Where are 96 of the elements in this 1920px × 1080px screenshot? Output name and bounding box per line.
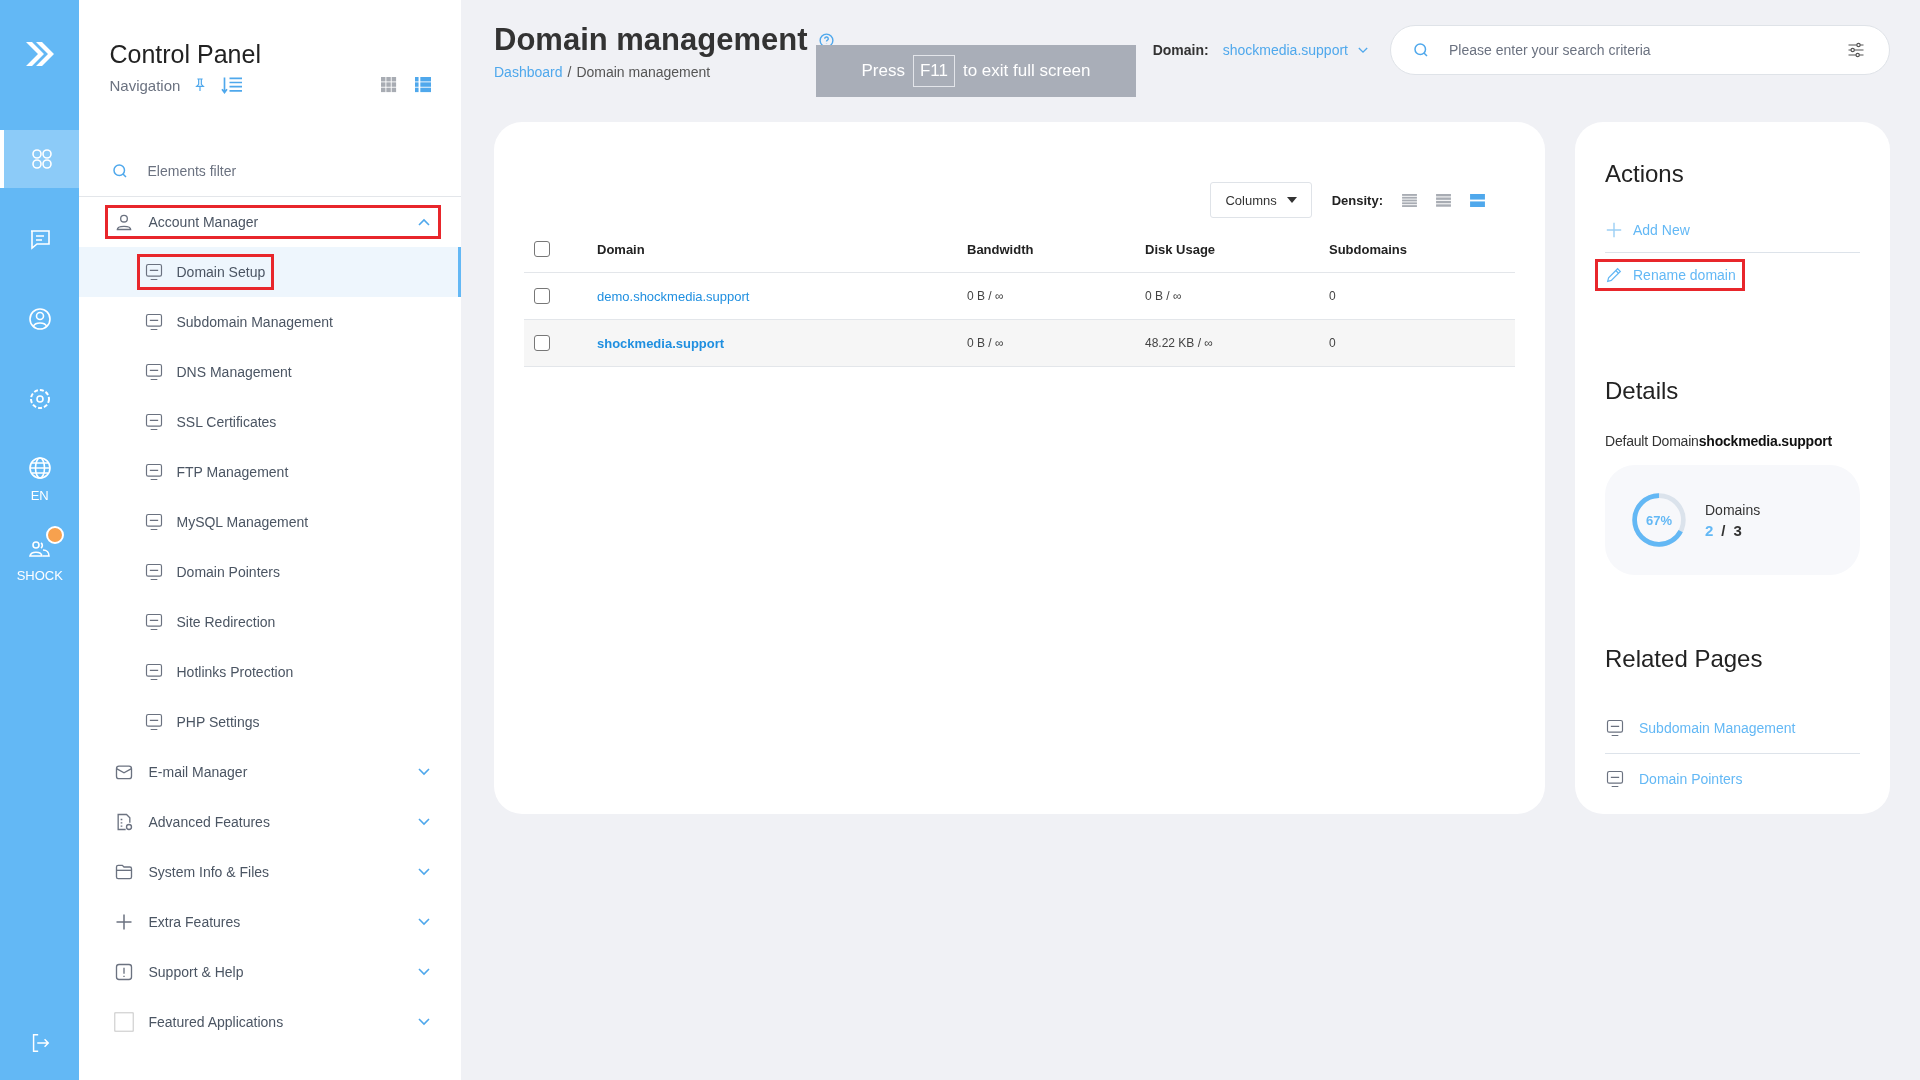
- chevron-down-icon: [418, 1018, 430, 1026]
- density-icon[interactable]: [1436, 193, 1451, 207]
- section-title: Actions: [1605, 160, 1685, 188]
- density-label: Density:: [1331, 192, 1383, 208]
- monitor-icon: [144, 262, 165, 282]
- search-field[interactable]: Please enter your search criteria: [1390, 25, 1890, 75]
- column-header[interactable]: Disk Usage: [1145, 241, 1329, 257]
- folder-icon: [114, 862, 135, 882]
- density-icon[interactable]: [1470, 193, 1485, 207]
- table-cell-text: 0: [1329, 289, 1337, 303]
- menu-group[interactable]: System Info & Files: [105, 855, 441, 889]
- menu-item[interactable]: Domain Setup: [79, 247, 461, 297]
- list-view-icon[interactable]: [415, 77, 431, 93]
- menu-item[interactable]: PHP Settings: [79, 697, 461, 747]
- table-cell-text: 0 B / ∞: [1145, 289, 1183, 303]
- row-checkbox[interactable]: [534, 288, 550, 304]
- monitor-icon: [144, 462, 165, 482]
- column-header[interactable]: Domain: [597, 241, 967, 257]
- chevron-down-icon: [1358, 46, 1368, 54]
- monitor-icon: [1605, 718, 1625, 738]
- toast-text: Press: [861, 61, 905, 81]
- menu-group[interactable]: Extra Features: [105, 905, 441, 939]
- monitor-icon: [144, 612, 165, 632]
- menu-item[interactable]: Domain Pointers: [79, 547, 461, 597]
- section-title: Details: [1605, 377, 1680, 405]
- chevron-down-icon: [418, 818, 430, 826]
- monitor-icon: [144, 512, 165, 532]
- density-icon[interactable]: [1402, 193, 1417, 207]
- search-icon: [1412, 41, 1430, 59]
- chevron-down-icon: [418, 918, 430, 926]
- toast-text: to exit full screen: [962, 61, 1091, 81]
- rail-label: SHOCK: [16, 567, 63, 583]
- sidebar-title: Control Panel: [109, 40, 262, 69]
- monitor-icon: [144, 362, 165, 382]
- menu-item[interactable]: DNS Management: [79, 347, 461, 397]
- user-icon: [27, 307, 52, 331]
- total-count: 3: [1733, 521, 1742, 539]
- alert-icon: [114, 962, 135, 982]
- table-cell-text: 0 B / ∞: [967, 336, 1005, 350]
- select-all-checkbox[interactable]: [534, 241, 550, 257]
- menu-group[interactable]: Account Manager: [105, 205, 441, 239]
- square-icon: [114, 1012, 135, 1032]
- menu-item[interactable]: FTP Management: [79, 447, 461, 497]
- envelope-icon: [114, 762, 135, 782]
- percent-label: 67%: [1645, 512, 1673, 528]
- chevron-down-icon: [418, 768, 430, 776]
- column-header[interactable]: Subdomains: [1329, 241, 1515, 257]
- table-cell-text: 0: [1329, 336, 1337, 350]
- apps-icon: [29, 147, 54, 171]
- plus-icon: [1605, 221, 1623, 239]
- breadcrumb-current: Domain management: [576, 64, 711, 80]
- usage-donut: [1629, 490, 1689, 550]
- monitor-icon: [1605, 769, 1625, 789]
- menu-group[interactable]: E-mail Manager: [105, 755, 441, 789]
- section-title: Related Pages: [1605, 645, 1764, 673]
- domain-label: Domain:: [1152, 42, 1209, 58]
- chevron-down-icon: [418, 968, 430, 976]
- globe-icon: [27, 455, 52, 480]
- used-count: 2: [1705, 521, 1714, 539]
- key-cap: F11: [912, 55, 955, 87]
- menu-group[interactable]: Advanced Features: [105, 805, 441, 839]
- sort-list-icon[interactable]: [220, 75, 245, 95]
- menu-item[interactable]: Site Redirection: [79, 597, 461, 647]
- monitor-icon: [144, 662, 165, 682]
- menu-item[interactable]: SSL Certificates: [79, 397, 461, 447]
- chevron-up-icon: [418, 218, 430, 226]
- menu-item[interactable]: MySQL Management: [79, 497, 461, 547]
- menu-item[interactable]: Subdomain Management: [79, 297, 461, 347]
- settings-icon: [27, 387, 52, 411]
- rail-item[interactable]: [0, 130, 80, 188]
- domain-link[interactable]: demo.shockmedia.support: [597, 288, 750, 304]
- navigation-label: Navigation: [109, 76, 181, 94]
- grid-view-icon[interactable]: [381, 77, 397, 93]
- table-cell-text: 48.22 KB / ∞: [1145, 336, 1214, 350]
- page-title: Domain management: [494, 22, 808, 58]
- breadcrumb-separator: /: [567, 64, 572, 80]
- menu-group[interactable]: Featured Applications: [105, 1005, 441, 1039]
- column-header[interactable]: Bandwidth: [967, 241, 1145, 257]
- count-separator: /: [1721, 521, 1726, 539]
- columns-button[interactable]: Columns: [1210, 182, 1312, 218]
- menu-item[interactable]: Hotlinks Protection: [79, 647, 461, 697]
- plus-icon: [114, 912, 135, 932]
- table-cell-text: 0 B / ∞: [967, 289, 1005, 303]
- monitor-icon: [144, 312, 165, 332]
- pencil-icon: [1605, 266, 1623, 284]
- caret-icon: [1286, 197, 1297, 203]
- monitor-icon: [144, 562, 165, 582]
- chevron-down-icon: [418, 868, 430, 876]
- quota-label: Domains: [1705, 501, 1761, 518]
- monitor-icon: [144, 712, 165, 732]
- menu-group[interactable]: Support & Help: [105, 955, 441, 989]
- filter-sliders-icon[interactable]: [1846, 40, 1866, 60]
- rail-label: EN: [30, 487, 49, 503]
- default-domain-text: Default Domainshockmedia.support: [1605, 433, 1834, 449]
- row-checkbox[interactable]: [534, 335, 550, 351]
- monitor-icon: [144, 412, 165, 432]
